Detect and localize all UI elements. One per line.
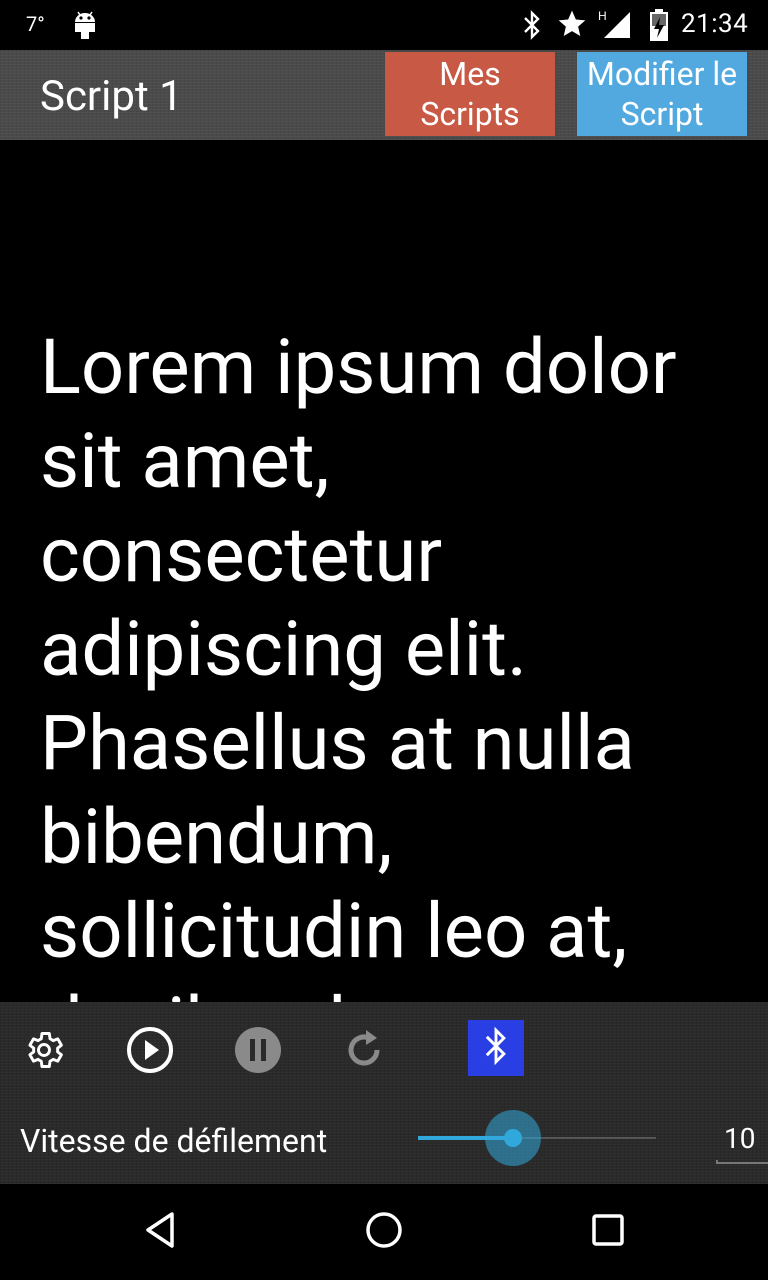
pause-icon (233, 1025, 283, 1079)
signal-icon: H (598, 8, 632, 44)
settings-button[interactable] (16, 1024, 72, 1080)
script-viewer[interactable]: Lorem ipsum dolor sit amet, consectetur … (0, 140, 768, 1002)
status-bar: 7° H 21:34 (0, 0, 768, 50)
reset-icon (339, 1025, 389, 1079)
back-icon (140, 1210, 180, 1254)
home-icon (364, 1210, 404, 1254)
gear-icon (22, 1028, 66, 1076)
control-panel: Vitesse de défilement 10 (0, 1002, 768, 1184)
battery-charging-icon (648, 8, 670, 46)
play-button[interactable] (122, 1024, 178, 1080)
edit-script-label: Modifier le Script (586, 55, 738, 133)
my-scripts-label: Mes Scripts (420, 55, 520, 133)
edit-script-button[interactable]: Modifier le Script (577, 52, 747, 136)
recent-apps-button[interactable] (584, 1208, 632, 1256)
bluetooth-icon (522, 9, 542, 45)
back-button[interactable] (136, 1208, 184, 1256)
temperature-text: 7° (26, 12, 45, 36)
recent-apps-icon (588, 1210, 628, 1254)
page-title: Script 1 (40, 72, 183, 121)
speed-label: Vitesse de défilement (20, 1122, 328, 1160)
android-icon (72, 10, 98, 40)
bluetooth-icon (481, 1025, 511, 1071)
clock-text: 21:34 (681, 9, 749, 39)
home-button[interactable] (360, 1208, 408, 1256)
speed-value-underline (716, 1160, 768, 1164)
network-type-text: H (598, 9, 607, 23)
script-text: Lorem ipsum dolor sit amet, consectetur … (40, 322, 677, 1002)
navigation-bar (0, 1184, 768, 1280)
action-bar: Script 1 Mes Scripts Modifier le Script (0, 50, 768, 140)
pause-button[interactable] (230, 1024, 286, 1080)
bluetooth-button[interactable] (468, 1020, 524, 1076)
play-icon (125, 1025, 175, 1079)
reset-button[interactable] (336, 1024, 392, 1080)
speed-value[interactable]: 10 (724, 1122, 755, 1155)
star-icon (556, 8, 588, 44)
my-scripts-button[interactable]: Mes Scripts (385, 52, 555, 136)
